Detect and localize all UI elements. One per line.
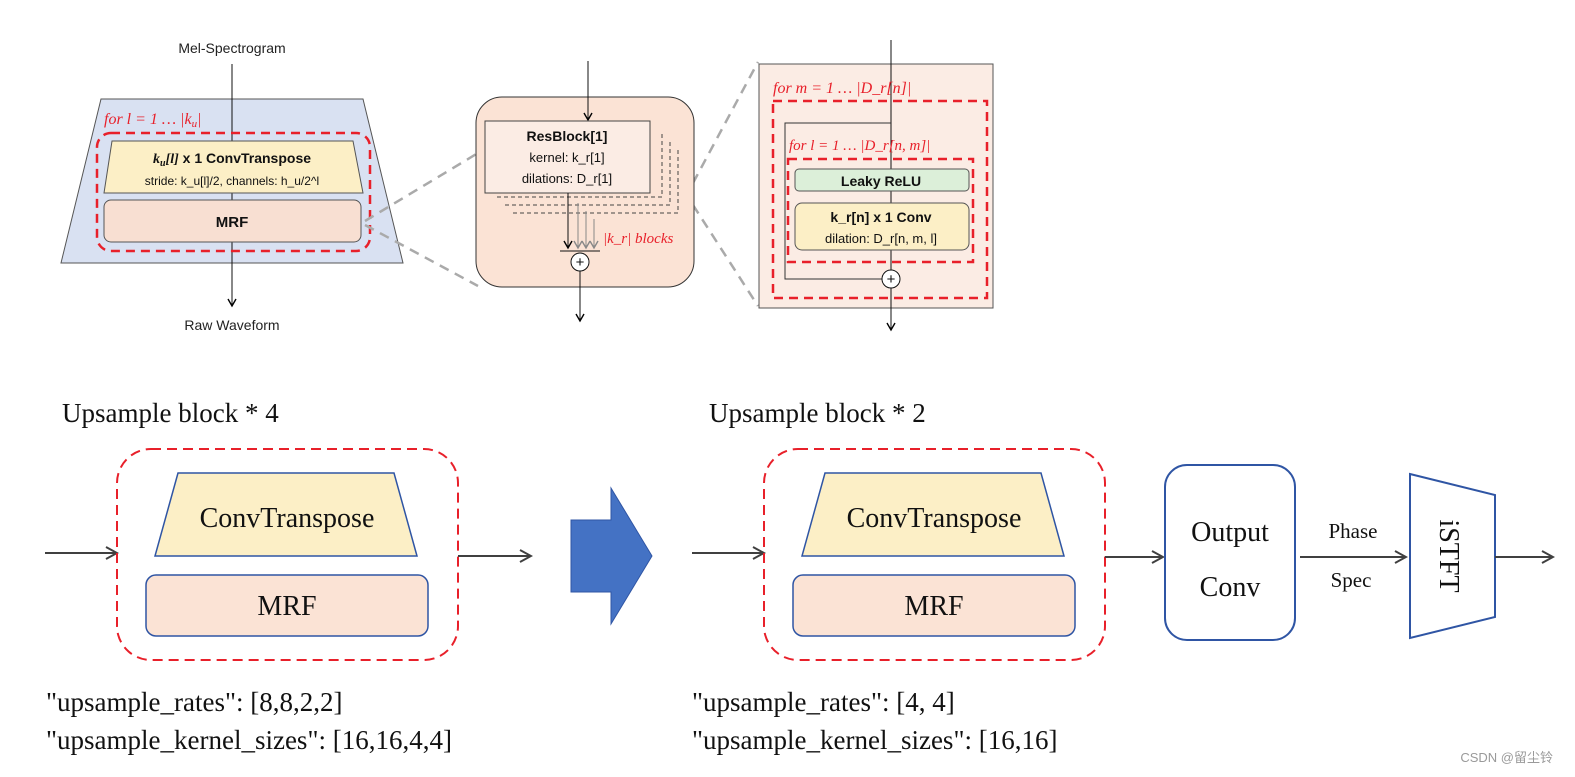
stage2-title: Upsample block * 2 <box>709 398 926 428</box>
sum-symbol: + <box>576 254 585 271</box>
outer-loop-label: for m = 1 … |D_r[n]| <box>773 80 911 97</box>
output-label: Raw Waveform <box>184 317 279 333</box>
inner-loop-label: for l = 1 … |D_r[n, m]| <box>789 138 930 154</box>
conv-detail: dilation: D_r[n, m, l] <box>825 231 937 246</box>
spec-label: Spec <box>1331 568 1372 592</box>
transition-arrow-icon <box>570 486 653 626</box>
upsample-stage-2: Upsample block * 2 ConvTranspose MRF "up… <box>692 398 1163 755</box>
resblock-kernel: kernel: k_r[1] <box>529 150 604 165</box>
convtranspose-detail: stride: k_u[l]/2, channels: h_u/2^l <box>145 174 319 188</box>
resblock-dilations: dilations: D_r[1] <box>522 171 612 186</box>
stage1-mrf-label: MRF <box>257 591 316 622</box>
input-label: Mel-Spectrogram <box>178 40 285 56</box>
generator-block: Mel-Spectrogram for l = 1 … |ku| ku[l] x… <box>60 40 404 333</box>
istft-label: iSTFT <box>1433 519 1464 592</box>
resblock-title: ResBlock[1] <box>527 128 608 144</box>
output-conv-block <box>1164 464 1296 641</box>
stage2-mrf-label: MRF <box>904 591 963 622</box>
stage1-config-rates: "upsample_rates": [8,8,2,2] <box>46 687 342 717</box>
watermark: CSDN @留尘铃 <box>1460 750 1553 765</box>
output-conv-line2: Conv <box>1200 572 1261 603</box>
resblock-detail: for m = 1 … |D_r[n]| for l = 1 … |D_r[n,… <box>758 40 994 332</box>
zoom-line-upper-2 <box>691 61 760 184</box>
blocks-count-label: |k_r| blocks <box>603 231 673 247</box>
generator-loop-label: for l = 1 … |ku| <box>104 111 202 130</box>
stage2-config-rates: "upsample_rates": [4, 4] <box>692 687 955 717</box>
residual-sum-symbol: + <box>887 271 896 288</box>
stage1-title: Upsample block * 4 <box>62 398 279 428</box>
mrf-label: MRF <box>216 214 249 231</box>
zoom-line-lower-2 <box>691 204 760 307</box>
leaky-relu-label: Leaky ReLU <box>841 173 921 189</box>
stage1-config-kernels: "upsample_kernel_sizes": [16,16,4,4] <box>46 725 452 755</box>
istft: iSTFT <box>1409 472 1496 640</box>
conv-title: k_r[n] x 1 Conv <box>830 209 931 225</box>
hifigan-istft-diagram: Mel-Spectrogram for l = 1 … |ku| ku[l] x… <box>45 40 1575 765</box>
upsample-stage-1: Upsample block * 4 ConvTranspose MRF "up… <box>45 398 531 755</box>
stage2-convtranspose-label: ConvTranspose <box>847 503 1022 534</box>
phase-label: Phase <box>1329 519 1378 543</box>
output-conv-line1: Output <box>1191 517 1269 548</box>
stage2-config-kernels: "upsample_kernel_sizes": [16,16] <box>692 725 1057 755</box>
stage1-convtranspose-label: ConvTranspose <box>200 503 375 534</box>
mrf-detail: ResBlock[1] kernel: k_r[1] dilations: D_… <box>475 61 695 323</box>
output-conv: Output Conv <box>1164 464 1296 641</box>
